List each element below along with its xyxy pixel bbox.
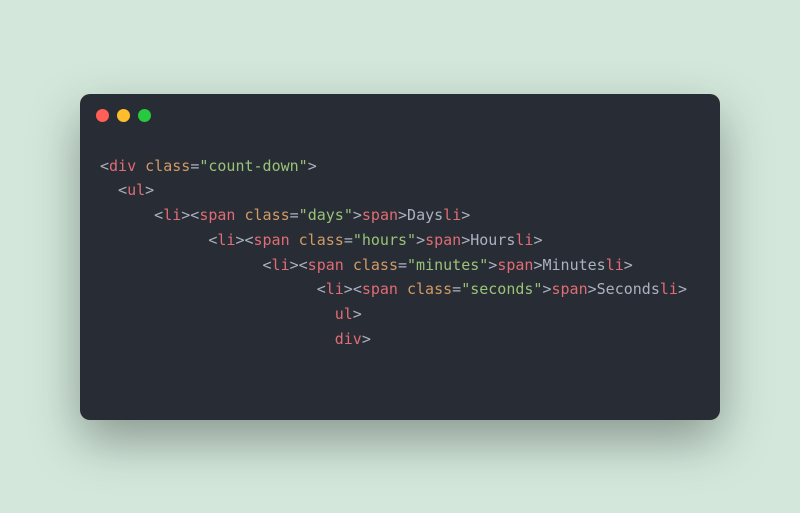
maximize-icon[interactable] (138, 109, 151, 122)
minimize-icon[interactable] (117, 109, 130, 122)
code-window: <div class="count-down"><ul><li><span cl… (80, 94, 720, 420)
code-block: <div class="count-down"><ul><li><span cl… (80, 138, 720, 420)
close-icon[interactable] (96, 109, 109, 122)
titlebar (80, 94, 720, 138)
